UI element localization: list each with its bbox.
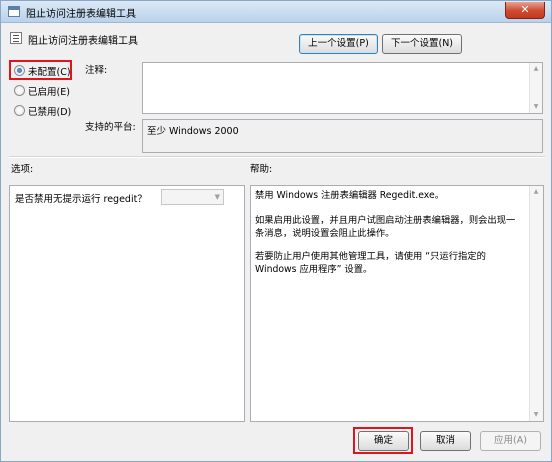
help-scrollbar[interactable]: ▲ ▼ — [529, 186, 543, 421]
supported-platform-label: 支持的平台: — [85, 122, 136, 133]
scroll-down-icon[interactable]: ▼ — [530, 101, 542, 113]
comment-scrollbar[interactable]: ▲ ▼ — [529, 63, 542, 113]
scroll-down-icon[interactable]: ▼ — [530, 409, 542, 421]
section-divider — [9, 156, 545, 158]
options-panel: 是否禁用无提示运行 regedit？ ▼ — [9, 185, 245, 422]
policy-dialog: 阻止访问注册表编辑工具 ✕ 阻止访问注册表编辑工具 上一个设置(P) 下一个设置… — [0, 0, 552, 462]
comment-label: 注释: — [85, 65, 108, 76]
next-setting-button[interactable]: 下一个设置(N) — [382, 34, 462, 54]
silent-regedit-dropdown[interactable]: ▼ — [161, 189, 224, 205]
close-button[interactable]: ✕ — [505, 2, 545, 19]
options-label: 选项: — [11, 164, 34, 175]
title-bar[interactable]: 阻止访问注册表编辑工具 ✕ — [1, 1, 551, 23]
supported-platform-box: 至少 Windows 2000 — [142, 119, 543, 153]
not-configured-label[interactable]: 未配置(C) — [28, 64, 71, 78]
comment-textarea[interactable]: ▲ ▼ — [142, 62, 543, 114]
previous-setting-button[interactable]: 上一个设置(P) — [299, 34, 378, 54]
cancel-button[interactable]: 取消 — [420, 431, 471, 451]
help-paragraph: 若要防止用户使用其他管理工具，请使用 “只运行指定的 Windows 应用程序”… — [255, 251, 486, 275]
silent-regedit-option-label: 是否禁用无提示运行 regedit？ — [15, 194, 147, 205]
help-label: 帮助: — [250, 164, 273, 175]
close-icon: ✕ — [520, 3, 530, 16]
ok-button[interactable]: 确定 — [358, 431, 409, 451]
disabled-radio[interactable] — [14, 105, 25, 116]
enabled-radio[interactable] — [14, 85, 25, 96]
not-configured-radio[interactable] — [14, 65, 25, 76]
disabled-label[interactable]: 已禁用(D) — [28, 104, 71, 118]
policy-setting-icon — [10, 32, 22, 44]
enabled-label[interactable]: 已启用(E) — [28, 84, 70, 98]
policy-title: 阻止访问注册表编辑工具 — [28, 36, 138, 47]
help-panel: 禁用 Windows 注册表编辑器 Regedit.exe。 如果启用此设置，并… — [250, 185, 544, 422]
help-paragraph: 如果启用此设置，并且用户试图启动注册表编辑器，则会出现一条消息，说明设置会阻止此… — [255, 215, 516, 239]
policy-window-icon — [8, 6, 20, 17]
help-paragraph: 禁用 Windows 注册表编辑器 Regedit.exe。 — [255, 190, 444, 201]
scroll-up-icon[interactable]: ▲ — [530, 186, 542, 198]
window-title: 阻止访问注册表编辑工具 — [26, 9, 136, 20]
apply-button[interactable]: 应用(A) — [480, 431, 541, 451]
chevron-down-icon: ▼ — [214, 193, 220, 201]
scroll-up-icon[interactable]: ▲ — [530, 63, 542, 75]
supported-platform-value: 至少 Windows 2000 — [147, 126, 239, 137]
